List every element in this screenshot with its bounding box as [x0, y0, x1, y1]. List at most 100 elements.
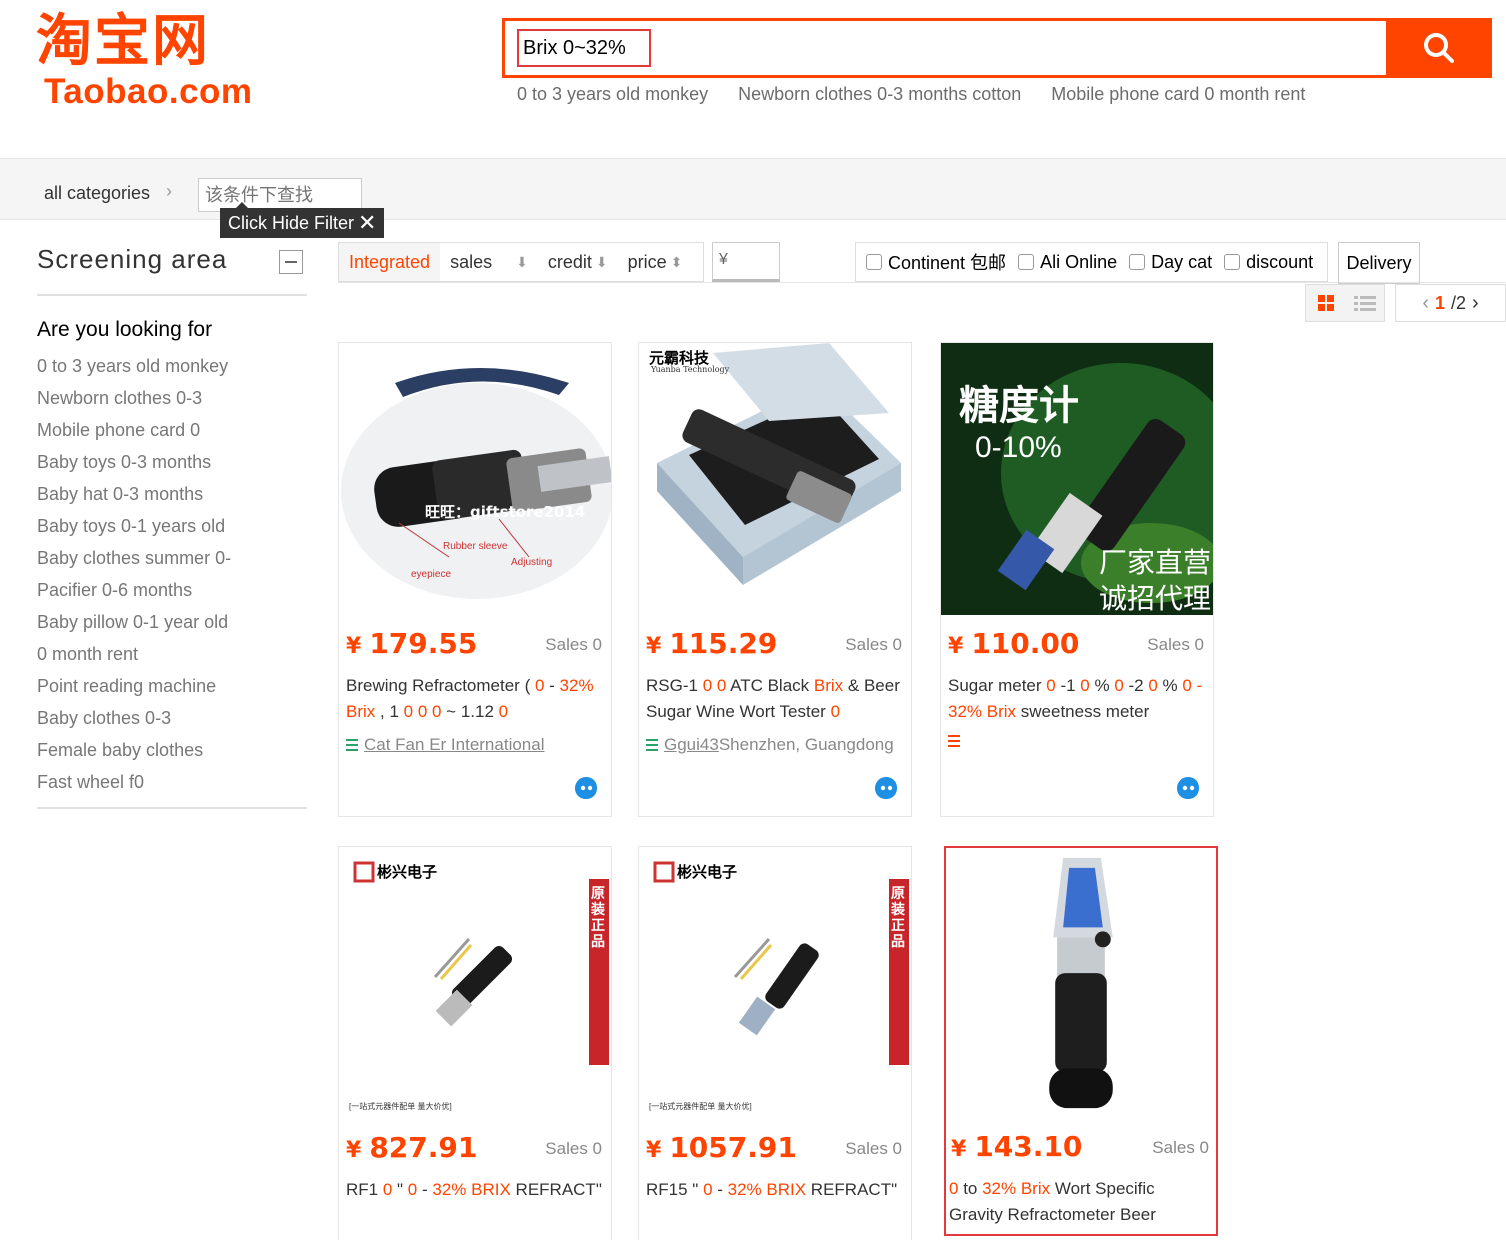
- product-card[interactable]: 元霸科技 Yuanba Technology ¥115.29 Sales 0 R…: [638, 342, 912, 817]
- title-text: REFRACT": [510, 1180, 602, 1199]
- product-card[interactable]: 旺旺：giftstore2014 Rubber sleeve Adjusting…: [338, 342, 612, 817]
- checkbox-icon[interactable]: [1224, 254, 1241, 270]
- checkbox-label: Day cat: [1151, 251, 1213, 272]
- search-button[interactable]: [1386, 18, 1492, 78]
- checkbox-icon[interactable]: [1018, 254, 1035, 270]
- image-footer: 厂家直营: [1099, 546, 1212, 579]
- filter-search-input[interactable]: [198, 178, 362, 212]
- suggestion-link[interactable]: Baby toys 0-1 years old: [37, 512, 231, 544]
- keyword-highlight: Brix: [813, 676, 844, 695]
- suggestion-link[interactable]: Mobile phone card 0: [37, 416, 231, 448]
- wangwang-chat-icon[interactable]: [573, 775, 599, 801]
- suggestion-link[interactable]: Baby pillow 0-1 year old: [37, 608, 231, 640]
- sort-integrated[interactable]: Integrated: [339, 243, 441, 281]
- next-page-icon[interactable]: ›: [1472, 292, 1479, 315]
- sort-updown-icon: ⬍: [670, 253, 683, 270]
- checkbox-ali-online[interactable]: Ali Online: [1018, 252, 1117, 273]
- title-text: -: [544, 676, 560, 695]
- product-card-selected[interactable]: ¥143.10 Sales 0 0 to 32% Brix Wort Speci…: [944, 846, 1218, 1236]
- product-image[interactable]: 彬兴电子 原装正品 [一站式元器件配单 量大价优]: [639, 847, 911, 1119]
- suggestion-link[interactable]: Female baby clothes: [37, 736, 231, 768]
- product-card[interactable]: 彬兴电子 原装正品 [一站式元器件配单 量大价优] ¥827.91 Sales …: [338, 846, 612, 1240]
- page-current: 1: [1434, 292, 1445, 313]
- product-title[interactable]: Sugar meter 0 -1 0 % 0 -2 0 % 0 - 32% Br…: [948, 673, 1210, 725]
- product-image[interactable]: 彬兴电子 原装正品 [一站式元器件配单 量大价优]: [339, 847, 611, 1119]
- title-text: sweetness meter: [1016, 702, 1150, 721]
- taobao-logo[interactable]: 淘宝网 Taobao.com: [36, 10, 266, 110]
- product-image[interactable]: 元霸科技 Yuanba Technology: [639, 343, 911, 615]
- search-box: [502, 18, 1492, 78]
- product-card[interactable]: 糖度计 0-10% 厂家直营 诚招代理 ¥110.00 Sales 0 Suga…: [940, 342, 1214, 817]
- grid-view-button[interactable]: [1306, 285, 1345, 321]
- hot-word-link[interactable]: Mobile phone card 0 month rent: [1051, 84, 1305, 105]
- title-text: ATC Black: [726, 676, 814, 695]
- sort-price[interactable]: price ⬍: [618, 243, 693, 281]
- sort-credit-label: credit: [547, 251, 592, 272]
- product-title[interactable]: RF15 " 0 - 32% BRIX REFRACT": [646, 1177, 908, 1203]
- suggestion-link[interactable]: Baby clothes 0-3: [37, 704, 231, 736]
- banner-text: 原装正品: [591, 885, 605, 949]
- suggestion-link[interactable]: Point reading machine: [37, 672, 231, 704]
- shop-link[interactable]: Cat Fan Er International: [364, 735, 544, 755]
- product-image[interactable]: [946, 848, 1218, 1120]
- suggestion-link[interactable]: 0 to 3 years old monkey: [37, 352, 231, 384]
- prev-page-icon[interactable]: ‹: [1422, 292, 1429, 315]
- title-text: -2: [1123, 676, 1149, 695]
- suggestion-link[interactable]: Fast wheel f0: [37, 768, 231, 800]
- checkbox-discount[interactable]: discount: [1224, 252, 1313, 273]
- hide-filter-tooltip[interactable]: Click Hide Filter ✕: [220, 202, 385, 238]
- hot-word-link[interactable]: 0 to 3 years old monkey: [517, 84, 708, 105]
- title-text: -1: [1055, 676, 1081, 695]
- product-title[interactable]: RF1 0 " 0 - 32% BRIX REFRACT": [346, 1177, 608, 1203]
- price-value: 143.10: [974, 1130, 1083, 1163]
- arrow-down-icon: ⬇: [516, 253, 528, 270]
- delivery-dropdown[interactable]: Delivery: [1338, 242, 1420, 284]
- close-icon[interactable]: ✕: [358, 210, 376, 236]
- suggestion-link[interactable]: Baby toys 0-3 months: [37, 448, 231, 480]
- image-footer: [一站式元器件配单 量大价优]: [649, 1102, 752, 1111]
- suggestion-link[interactable]: Baby hat 0-3 months: [37, 480, 231, 512]
- checkbox-day-cat[interactable]: Day cat: [1129, 252, 1212, 273]
- checkbox-icon[interactable]: [866, 254, 882, 270]
- checkbox-continent[interactable]: Continent 包邮: [866, 249, 1006, 275]
- sort-sales[interactable]: sales ⬇: [440, 243, 538, 281]
- hot-word-link[interactable]: Newborn clothes 0-3 months cotton: [738, 84, 1021, 105]
- suggestion-link[interactable]: 0 month rent: [37, 640, 231, 672]
- product-card[interactable]: 彬兴电子 原装正品 [一站式元器件配单 量大价优] ¥1057.91 Sales…: [638, 846, 912, 1240]
- keyword-highlight: 0 0: [702, 676, 727, 695]
- product-title[interactable]: RSG-1 0 0 ATC Black Brix & Beer Sugar Wi…: [646, 673, 908, 725]
- title-text: to: [958, 1179, 983, 1198]
- checkbox-label: Ali Online: [1040, 251, 1118, 272]
- keyword-highlight: 0: [1148, 676, 1158, 695]
- list-view-button[interactable]: [1345, 285, 1384, 321]
- currency-symbol: ¥: [951, 1137, 967, 1162]
- wangwang-chat-icon[interactable]: [873, 775, 899, 801]
- sort-credit[interactable]: credit ⬇: [538, 243, 618, 281]
- title-text: RSG-1: [646, 676, 703, 695]
- page-total: /2: [1451, 292, 1467, 313]
- image-footer: 诚招代理: [1099, 582, 1212, 615]
- collapse-button[interactable]: [279, 250, 303, 274]
- wangwang-chat-icon[interactable]: [1175, 775, 1201, 801]
- search-input[interactable]: [517, 29, 651, 67]
- title-text: RF15 ": [646, 1180, 704, 1199]
- suggestion-link[interactable]: Pacifier 0-6 months: [37, 576, 231, 608]
- keyword-highlight: 0: [498, 702, 509, 721]
- checkbox-icon[interactable]: [1129, 254, 1146, 270]
- product-title[interactable]: Brewing Refractometer ( 0 - 32% Brix , 1…: [346, 673, 608, 725]
- currency-symbol: ¥: [646, 634, 662, 659]
- suggestion-link[interactable]: Baby clothes summer 0-: [37, 544, 231, 576]
- price-min-input[interactable]: ¥: [712, 242, 780, 282]
- keyword-highlight: 0: [1114, 676, 1124, 695]
- divider: [37, 294, 307, 296]
- product-image[interactable]: 糖度计 0-10% 厂家直营 诚招代理: [941, 343, 1213, 615]
- shop-link[interactable]: Ggui43: [664, 735, 719, 755]
- product-image[interactable]: 旺旺：giftstore2014 Rubber sleeve Adjusting…: [339, 343, 611, 615]
- suggestion-link[interactable]: Newborn clothes 0-3: [37, 384, 231, 416]
- brand-text: 彬兴电子: [677, 863, 738, 881]
- all-categories-link[interactable]: all categories: [44, 183, 150, 204]
- product-price: ¥110.00: [948, 627, 1079, 660]
- currency-symbol: ¥: [346, 1138, 362, 1163]
- product-title[interactable]: 0 to 32% Brix Wort Specific Gravity Refr…: [949, 1176, 1211, 1228]
- image-label: Rubber sleeve: [443, 541, 508, 552]
